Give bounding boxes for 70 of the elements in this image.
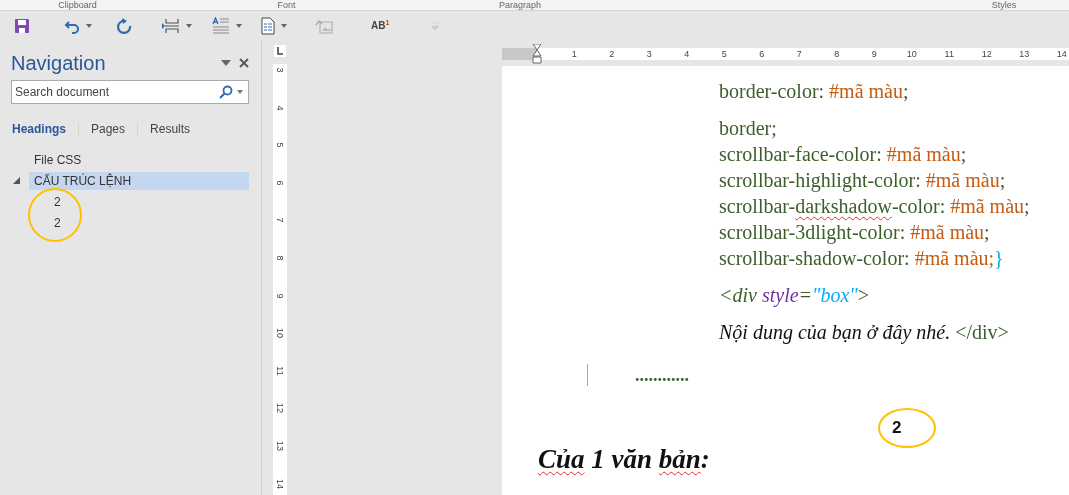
- ruler-number: 11: [943, 49, 955, 59]
- ruler-number: 6: [275, 180, 285, 186]
- code-line: scrollbar-shadow-color: #mã màu;}: [719, 246, 1005, 271]
- pane-tab[interactable]: Results: [137, 122, 203, 136]
- heading-item[interactable]: 2: [49, 213, 66, 232]
- document-icon[interactable]: [261, 16, 275, 35]
- page-break-icon[interactable]: [162, 17, 180, 34]
- ruler-number: 5: [720, 49, 728, 59]
- pane-title: Navigation: [11, 51, 107, 75]
- ruler-number: 10: [275, 328, 285, 339]
- code-line: <div style="box">: [719, 283, 871, 308]
- ruler-number: 14: [275, 478, 285, 489]
- text-lines-icon[interactable]: [212, 16, 230, 35]
- tab-stop-icon[interactable]: [273, 44, 287, 58]
- text-cursor: [587, 364, 588, 386]
- caret-icon[interactable]: [86, 23, 92, 28]
- ruler-number: 12: [275, 403, 285, 414]
- ruler-number: 4: [275, 105, 285, 111]
- heading-item[interactable]: 2: [49, 192, 66, 211]
- ruler-number: 13: [275, 440, 285, 451]
- caret-icon[interactable]: [186, 23, 192, 28]
- code-line: border-color: #mã màu;: [719, 79, 910, 104]
- heading-item[interactable]: CẤU TRÚC LỆNH: [29, 171, 249, 190]
- caret-icon[interactable]: [236, 23, 242, 28]
- ribbon-group-label: Font: [276, 0, 297, 10]
- code-line: scrollbar-highlight-color: #mã màu;: [719, 168, 1007, 193]
- ribbon-group-label: Styles: [990, 0, 1018, 10]
- repeat-icon[interactable]: [116, 17, 132, 34]
- ruler-number: 11: [275, 366, 285, 376]
- ruler-number: 3: [275, 67, 285, 73]
- code-line: border;: [719, 116, 778, 141]
- caret-icon[interactable]: [237, 90, 243, 94]
- ruler-number: 5: [275, 142, 285, 148]
- ruler-number: 4: [683, 49, 691, 59]
- ruler-number: 8: [833, 49, 841, 59]
- superscript-button[interactable]: AB$^{1}$: [369, 19, 392, 32]
- caret-icon[interactable]: [221, 60, 231, 66]
- code-line: Nội dung của bạn ở đây nhé. </div>: [719, 320, 1010, 345]
- expand-triangle-icon[interactable]: [13, 177, 20, 184]
- section-heading: Của 1 văn bản:: [538, 444, 711, 475]
- search-field[interactable]: Search document: [11, 80, 249, 104]
- ruler-number: 8: [275, 255, 285, 261]
- indent-marker-icon[interactable]: [532, 44, 542, 64]
- caret-icon[interactable]: [281, 23, 287, 28]
- heading-item[interactable]: File CSS: [29, 150, 249, 169]
- ruler-number: 13: [1018, 49, 1031, 59]
- save-icon[interactable]: [14, 17, 30, 34]
- ruler-number: 1: [570, 49, 578, 59]
- ruler-number: 2: [608, 49, 616, 59]
- ribbon-group-label: Paragraph: [498, 0, 542, 10]
- ruler-number: 14: [1055, 49, 1068, 59]
- ruler-number: 6: [758, 49, 766, 59]
- ruler-number: 9: [870, 49, 878, 59]
- ruler-number: 9: [275, 293, 285, 299]
- annotation-circle: 2: [878, 408, 936, 448]
- dotted-line: ............: [635, 364, 689, 386]
- search-icon[interactable]: [219, 85, 233, 99]
- code-line: scrollbar-darkshadow-color: #mã màu;: [719, 194, 1031, 219]
- ribbon-group-label: Clipboard: [57, 0, 98, 10]
- close-icon[interactable]: [239, 58, 249, 68]
- ruler-number: 12: [980, 49, 993, 59]
- code-line: scrollbar-3dlight-color: #mã màu;: [719, 220, 991, 245]
- pane-tab[interactable]: Pages: [78, 122, 138, 136]
- ruler-number: 3: [645, 49, 653, 59]
- ruler-number: 10: [905, 49, 918, 59]
- code-line: scrollbar-face-color: #mã màu;: [719, 142, 968, 167]
- ruler-number: 7: [275, 217, 285, 223]
- ruler-number: 7: [795, 49, 803, 59]
- pane-tab[interactable]: Headings: [11, 122, 78, 136]
- annotation-circle: [28, 188, 82, 242]
